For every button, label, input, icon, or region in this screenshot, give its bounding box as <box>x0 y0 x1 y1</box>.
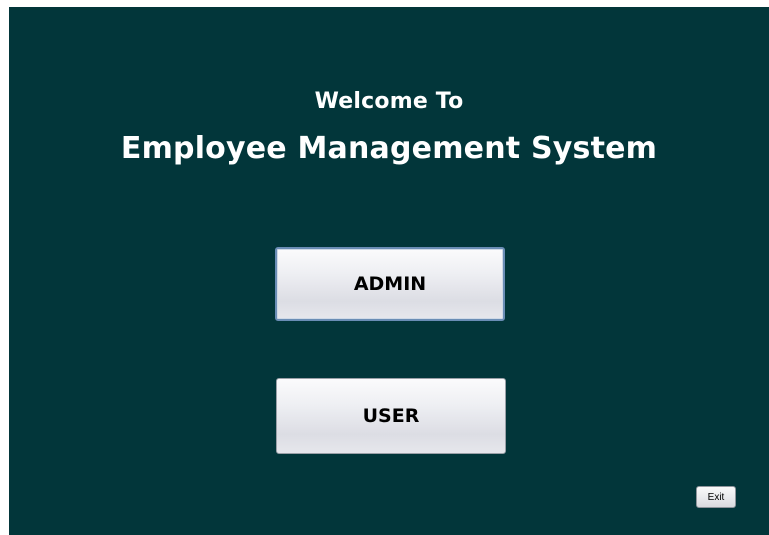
main-window: Welcome To Employee Management System AD… <box>9 7 769 535</box>
app-title: Employee Management System <box>120 131 658 166</box>
admin-button[interactable]: ADMIN <box>275 247 505 321</box>
welcome-heading: Welcome To <box>314 89 464 114</box>
user-button[interactable]: USER <box>276 378 506 454</box>
exit-button[interactable]: Exit <box>696 486 736 508</box>
